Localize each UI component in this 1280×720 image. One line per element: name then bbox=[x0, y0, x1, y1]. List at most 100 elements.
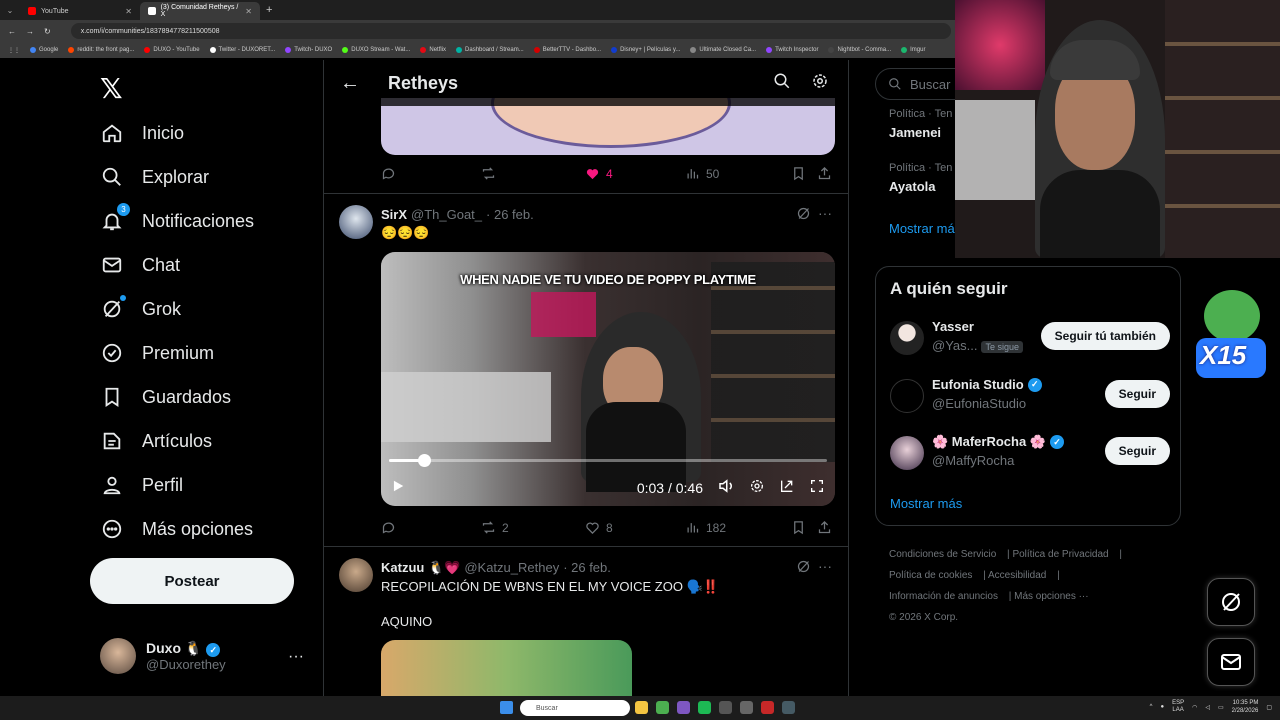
messages-fab-button[interactable] bbox=[1207, 638, 1255, 686]
x-logo-icon[interactable]: 𝕏 bbox=[100, 72, 123, 105]
follow-suggestion[interactable]: Eufonia Studio ✓ @EufoniaStudio Seguir bbox=[890, 377, 1170, 417]
bookmark-button[interactable] bbox=[791, 520, 817, 535]
bookmark[interactable]: Imgur bbox=[901, 47, 925, 53]
reload-icon[interactable]: ↻ bbox=[44, 27, 51, 36]
footer-link[interactable]: Información de anuncios bbox=[889, 591, 998, 602]
volume-icon[interactable]: ◁ bbox=[1205, 704, 1210, 711]
volume-icon[interactable] bbox=[717, 477, 735, 500]
windows-start-icon[interactable] bbox=[500, 701, 513, 714]
wifi-icon[interactable]: ◠ bbox=[1192, 704, 1197, 711]
nav-item-inicio[interactable]: Inicio bbox=[100, 119, 184, 147]
browser-tab-x[interactable]: (3) Comunidad Retheys / X ✕ bbox=[140, 2, 260, 20]
trend-item[interactable]: Jamenei bbox=[889, 125, 941, 140]
tweet-media-image[interactable] bbox=[381, 98, 835, 155]
show-more-link[interactable]: Mostrar más bbox=[890, 496, 962, 511]
nav-item-notificaciones[interactable]: 3 Notificaciones bbox=[100, 203, 254, 235]
spotify-icon[interactable] bbox=[698, 701, 711, 714]
battery-icon[interactable]: ▭ bbox=[1218, 704, 1224, 711]
file-explorer-icon[interactable] bbox=[635, 701, 648, 714]
author-name[interactable]: Katzuu 🐧💗 bbox=[381, 560, 460, 576]
steam-icon[interactable] bbox=[782, 701, 795, 714]
retweet-button[interactable]: 2 bbox=[481, 520, 585, 535]
url-field[interactable]: x.com/i/communities/1837894778211500508 bbox=[70, 23, 951, 39]
like-button[interactable]: 8 bbox=[585, 520, 685, 535]
author-handle[interactable]: @Th_Goat_ bbox=[411, 207, 482, 222]
grok-icon[interactable] bbox=[796, 559, 811, 579]
app-icon[interactable] bbox=[740, 701, 753, 714]
bookmark[interactable]: BetterTTV - Dashbo... bbox=[533, 47, 601, 53]
nav-item-explorar[interactable]: Explorar bbox=[100, 163, 209, 191]
bookmark[interactable]: Netflix bbox=[420, 47, 446, 53]
notifications-icon[interactable]: ▢ bbox=[1266, 704, 1272, 711]
share-button[interactable] bbox=[817, 520, 832, 535]
chevron-up-icon[interactable]: ^ bbox=[1150, 704, 1153, 710]
reply-button[interactable] bbox=[381, 520, 481, 535]
nav-item-guardados[interactable]: Guardados bbox=[100, 383, 231, 411]
more-icon[interactable]: ··· bbox=[288, 648, 304, 666]
avatar[interactable] bbox=[339, 205, 373, 239]
gear-icon[interactable] bbox=[811, 72, 829, 95]
follow-suggestion[interactable]: 🌸 MaferRocha 🌸 ✓ @MaffyRocha Seguir bbox=[890, 434, 1170, 474]
language-indicator[interactable]: ESP LAA bbox=[1172, 700, 1184, 714]
reply-button[interactable] bbox=[381, 166, 481, 181]
back-arrow-icon[interactable]: ← bbox=[340, 72, 360, 95]
retweet-button[interactable] bbox=[481, 166, 585, 181]
bookmark[interactable]: reddit: the front pag... bbox=[68, 47, 134, 53]
fullscreen-icon[interactable] bbox=[809, 478, 825, 499]
discord-icon[interactable] bbox=[677, 701, 690, 714]
nav-item-mas-opciones[interactable]: Más opciones bbox=[100, 515, 253, 543]
footer-link[interactable]: Más opciones ··· bbox=[1014, 591, 1088, 602]
post-button[interactable]: Postear bbox=[90, 558, 294, 604]
follow-suggestion[interactable]: Yasser @Yas... Te sigue Seguir tú también bbox=[890, 319, 1170, 359]
footer-link[interactable]: Condiciones de Servicio bbox=[889, 549, 996, 560]
nav-item-perfil[interactable]: Perfil bbox=[100, 471, 183, 499]
share-button[interactable] bbox=[817, 166, 832, 181]
back-icon[interactable]: ← bbox=[8, 27, 16, 36]
picture-in-picture-icon[interactable] bbox=[779, 478, 795, 499]
show-more-trends-link[interactable]: Mostrar má bbox=[889, 221, 955, 236]
follow-button[interactable]: Seguir bbox=[1104, 437, 1170, 465]
avatar[interactable] bbox=[339, 558, 373, 592]
obs-icon[interactable] bbox=[761, 701, 774, 714]
bookmark[interactable]: DUXO Stream - Wat... bbox=[342, 47, 410, 53]
chrome-icon[interactable] bbox=[656, 701, 669, 714]
follow-back-button[interactable]: Seguir tú también bbox=[1040, 322, 1170, 350]
bookmark-button[interactable] bbox=[791, 166, 817, 181]
footer-link[interactable]: Accesibilidad bbox=[988, 570, 1046, 581]
play-icon[interactable] bbox=[391, 479, 405, 498]
search-icon[interactable] bbox=[773, 72, 791, 95]
settings-icon[interactable] bbox=[749, 478, 765, 499]
close-tab-icon[interactable]: ✕ bbox=[125, 7, 132, 16]
views-button[interactable]: 50 bbox=[685, 166, 791, 181]
tray-icon[interactable]: ● bbox=[1160, 704, 1164, 710]
bookmark[interactable]: DUXO - YouTube bbox=[144, 47, 200, 53]
views-button[interactable]: 182 bbox=[685, 520, 791, 535]
follow-button[interactable]: Seguir bbox=[1104, 380, 1170, 408]
tweet-date[interactable]: · 26 feb. bbox=[486, 207, 534, 222]
bookmark[interactable]: Google bbox=[30, 47, 58, 53]
account-switcher[interactable]: Duxo 🐧 ✓ @Duxorethey ··· bbox=[100, 638, 310, 674]
nav-item-chat[interactable]: Chat bbox=[100, 251, 180, 279]
clock[interactable]: 10:35 PM 2/28/2026 bbox=[1232, 699, 1259, 715]
more-icon[interactable]: ··· bbox=[818, 558, 832, 574]
apps-icon[interactable]: ⋮⋮ bbox=[8, 47, 20, 54]
bookmark[interactable]: Ultimate Closed Ca... bbox=[690, 47, 756, 53]
bookmark[interactable]: Disney+ | Películas y... bbox=[611, 47, 680, 53]
trend-item[interactable]: Ayatola bbox=[889, 179, 935, 194]
forward-icon[interactable]: → bbox=[26, 27, 34, 36]
grok-icon[interactable] bbox=[796, 206, 811, 226]
grok-fab-button[interactable] bbox=[1207, 578, 1255, 626]
nav-item-grok[interactable]: Grok bbox=[100, 295, 181, 323]
close-tab-icon[interactable]: ✕ bbox=[245, 7, 252, 16]
footer-link[interactable]: Política de cookies bbox=[889, 570, 972, 581]
tab-list-icon[interactable]: ⌄ bbox=[0, 6, 20, 15]
new-tab-button[interactable]: + bbox=[266, 4, 272, 16]
tweet-media-image[interactable] bbox=[381, 640, 632, 696]
video-progress-bar[interactable] bbox=[389, 454, 827, 467]
tweet-date[interactable]: · 26 feb. bbox=[563, 560, 611, 575]
nav-item-premium[interactable]: Premium bbox=[100, 339, 214, 367]
author-name[interactable]: SirX bbox=[381, 207, 407, 222]
bookmark[interactable]: Nightbot - Comma... bbox=[828, 47, 891, 53]
app-icon[interactable] bbox=[719, 701, 732, 714]
bookmark[interactable]: Twitch Inspector bbox=[766, 47, 818, 53]
